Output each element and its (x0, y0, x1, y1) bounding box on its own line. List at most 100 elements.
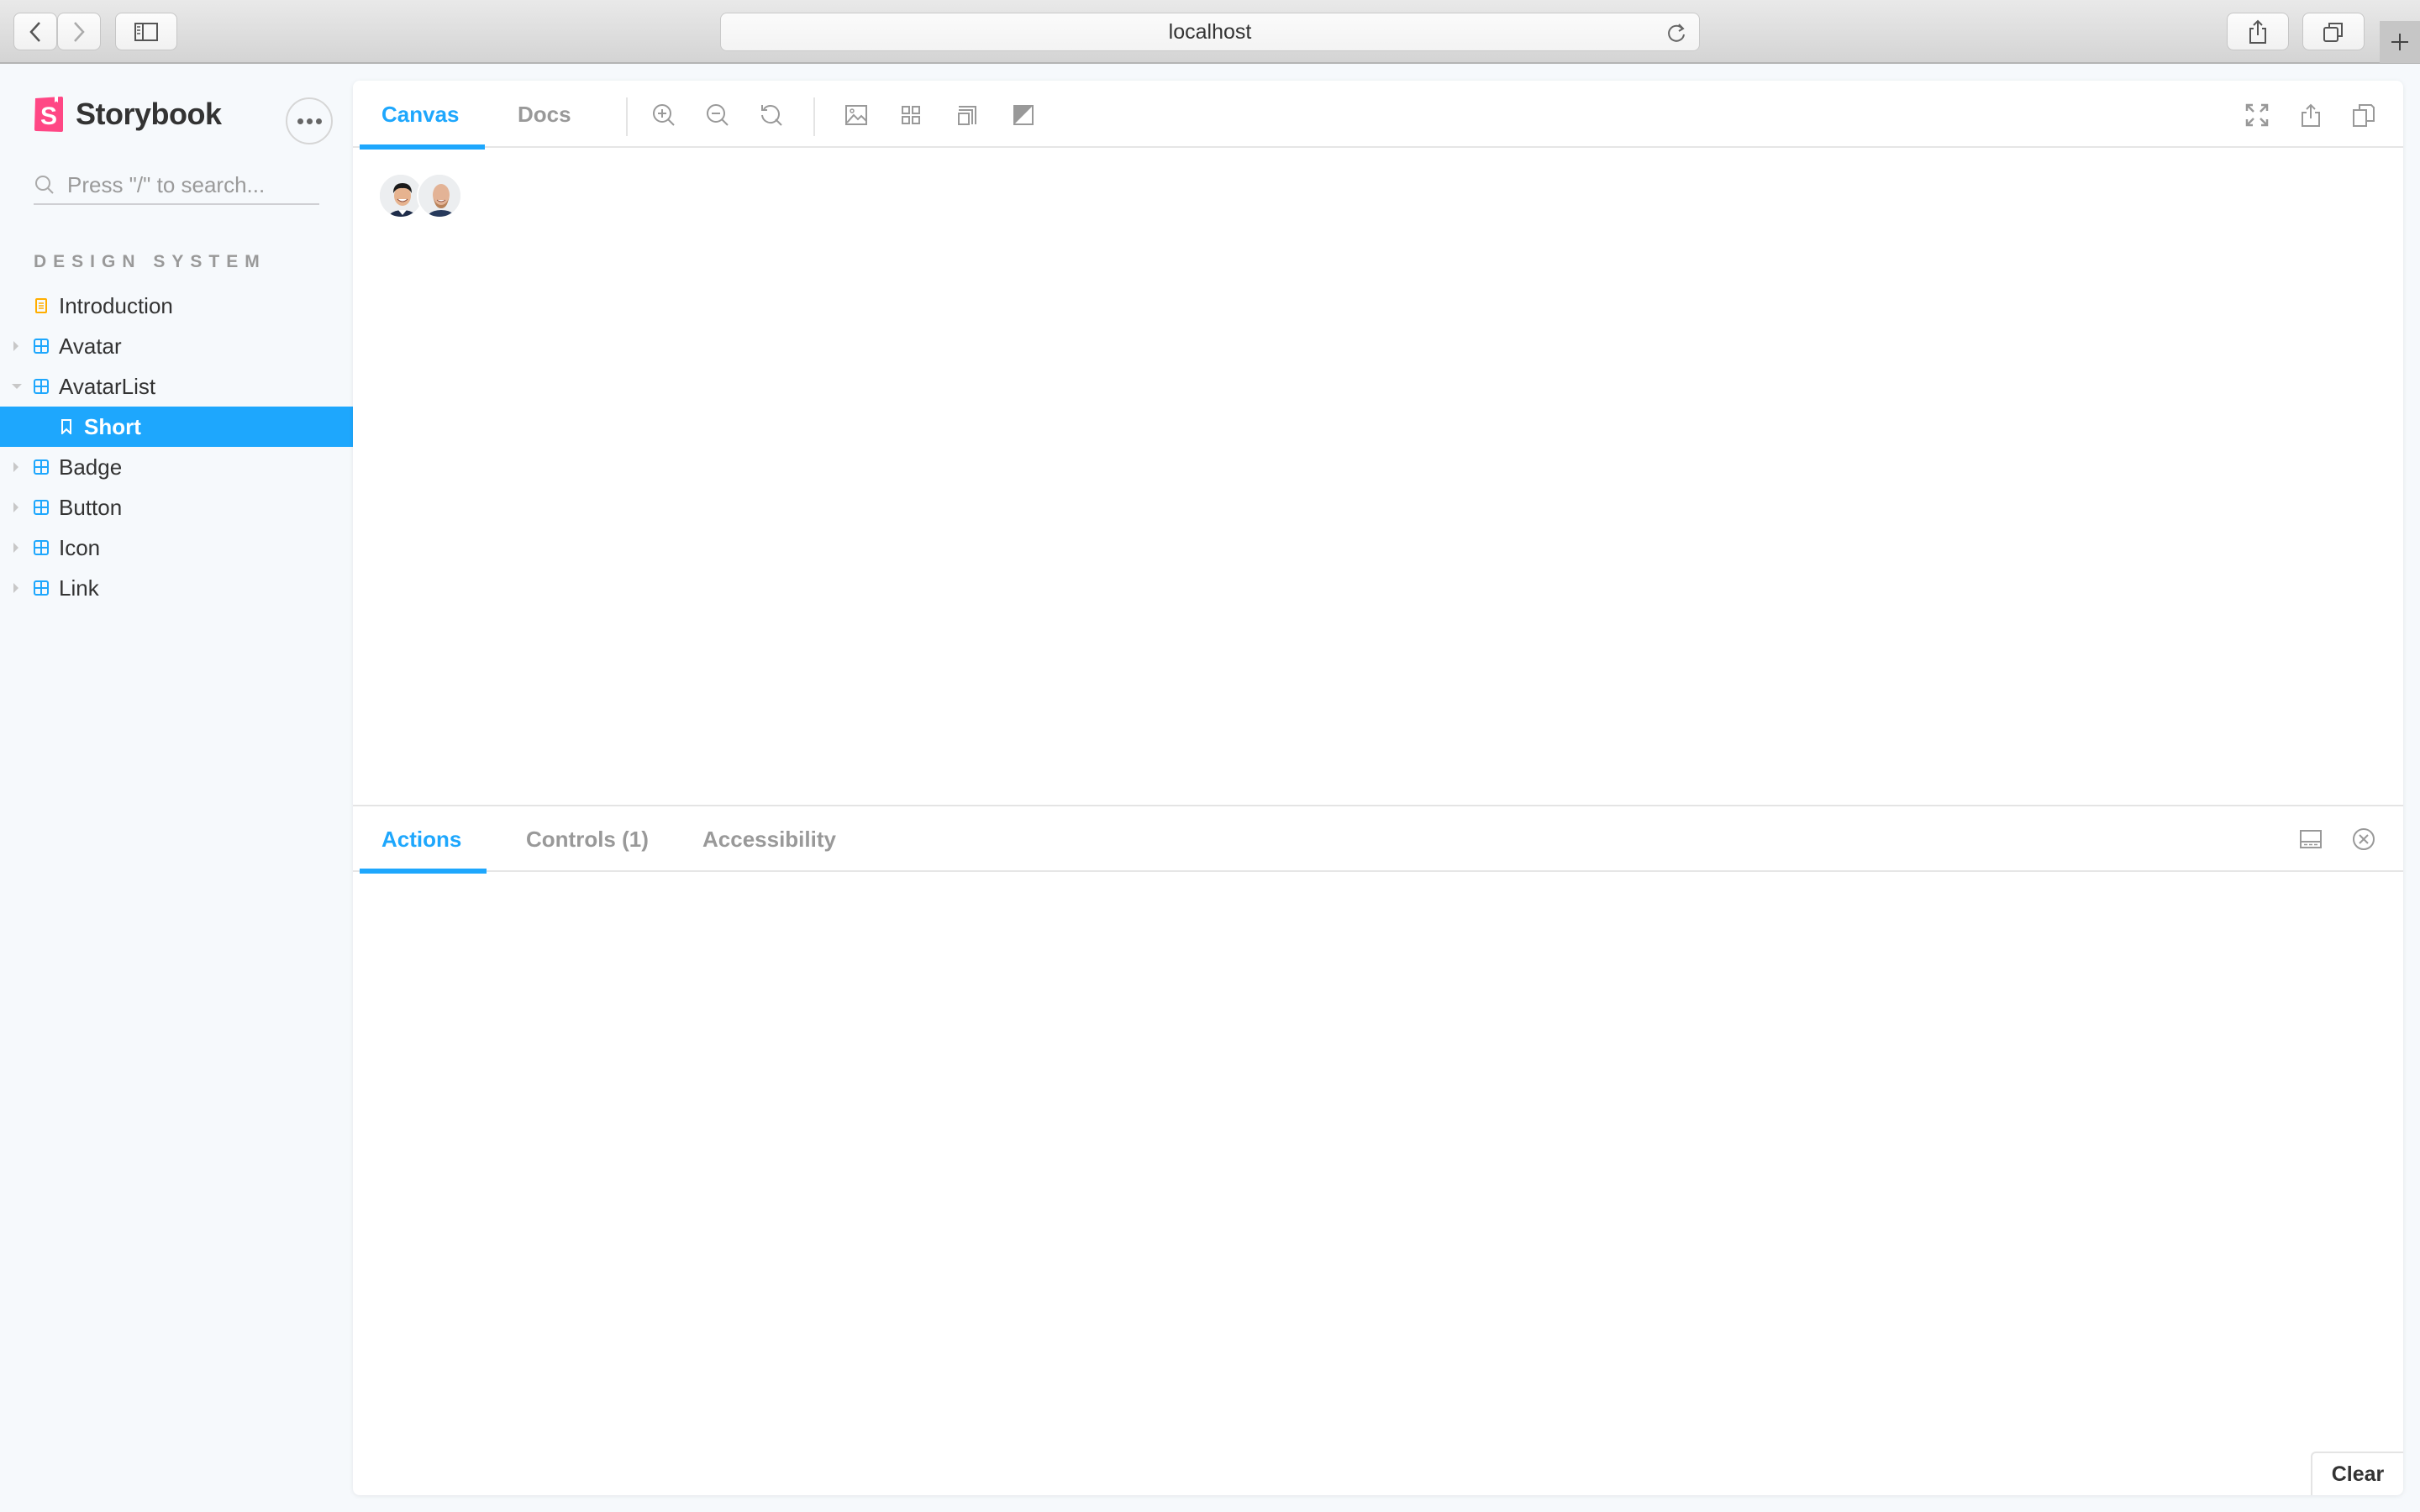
sidebar-item-short[interactable]: Short (0, 407, 353, 447)
component-icon (34, 580, 49, 596)
copy-link-button[interactable] (2349, 101, 2378, 129)
caret-right-icon[interactable] (13, 462, 18, 472)
caret-right-icon[interactable] (13, 341, 18, 351)
sidebar-item-avatar[interactable]: Avatar (0, 326, 353, 366)
component-icon (34, 339, 49, 354)
zoom-reset-button[interactable] (757, 101, 786, 129)
zoom-in-icon (653, 104, 675, 126)
close-icon (2353, 828, 2375, 850)
zoom-reset-icon (761, 105, 782, 126)
sidebar-toggle-button[interactable] (115, 13, 177, 50)
avatar-list (378, 173, 462, 218)
browser-toolbar: localhost (0, 0, 2420, 64)
sidebar-item-label: AvatarList (59, 373, 156, 399)
component-icon (34, 379, 49, 394)
preview-toolbar: Canvas Docs (353, 81, 2403, 150)
chevron-right-icon (74, 21, 85, 42)
tab-controls[interactable]: Controls (1) (501, 806, 674, 872)
bookmark-icon (61, 419, 71, 434)
contrast-button[interactable] (1009, 101, 1038, 129)
sidebar-icon (134, 22, 158, 41)
person-photo-icon (418, 175, 460, 217)
svg-text:S: S (40, 102, 57, 130)
search-field (34, 166, 319, 205)
fullscreen-button[interactable] (2243, 101, 2271, 129)
tab-label: Canvas (381, 101, 460, 127)
reload-icon[interactable] (1667, 22, 1687, 44)
tab-docs[interactable]: Docs (492, 81, 597, 148)
sidebar-item-introduction[interactable]: Introduction (0, 286, 353, 326)
search-icon (35, 176, 54, 194)
main-panel: Canvas Docs Actions Controls (1) Accessi… (353, 81, 2403, 1495)
tabs-icon (2323, 22, 2343, 42)
ellipsis-dot (315, 118, 322, 124)
component-icon (34, 500, 49, 515)
sidebar-menu-button[interactable] (286, 97, 333, 144)
tab-label: Controls (1) (526, 826, 649, 852)
address-bar[interactable]: localhost (720, 13, 1700, 51)
component-icon (34, 540, 49, 555)
avatar (417, 173, 462, 218)
storybook-logo-icon: S (34, 97, 63, 132)
open-new-tab-button[interactable] (2296, 101, 2325, 129)
sidebar-item-label: Icon (59, 534, 101, 560)
tabs-overview-button[interactable] (2302, 13, 2365, 50)
caret-right-icon[interactable] (13, 543, 18, 553)
sidebar-item-button[interactable]: Button (0, 487, 353, 528)
tab-label: Accessibility (702, 826, 836, 852)
fullscreen-icon (2245, 103, 2269, 127)
document-icon (35, 298, 47, 313)
brand[interactable]: S Storybook (34, 96, 222, 133)
story-canvas (353, 148, 2403, 805)
caret-down-icon[interactable] (12, 384, 22, 389)
share-icon (2249, 19, 2266, 44)
share-icon (2302, 103, 2320, 127)
new-tab-button[interactable] (2380, 21, 2420, 63)
grid-icon (902, 106, 920, 124)
tab-label: Actions (381, 826, 462, 852)
toolbar-divider (813, 97, 815, 136)
brand-name: Storybook (76, 97, 222, 131)
contrast-icon (1013, 105, 1034, 125)
story-tree: Introduction Avatar AvatarList Short Bad… (0, 286, 353, 608)
viewport-button[interactable] (953, 101, 981, 129)
sidebar-item-icon[interactable]: Icon (0, 528, 353, 568)
sidebar-item-avatarlist[interactable]: AvatarList (0, 366, 353, 407)
section-title: DESIGN SYSTEM (34, 252, 266, 271)
grid-button[interactable] (897, 101, 925, 129)
sidebar-item-link[interactable]: Link (0, 568, 353, 608)
panel-orientation-button[interactable] (2296, 825, 2325, 853)
zoom-in-button[interactable] (650, 101, 678, 129)
search-input[interactable] (67, 171, 311, 198)
toolbar-divider (626, 97, 628, 136)
share-button[interactable] (2227, 13, 2289, 50)
caret-right-icon[interactable] (13, 583, 18, 593)
tab-label: Docs (518, 101, 571, 127)
sidebar-item-badge[interactable]: Badge (0, 447, 353, 487)
caret-right-icon[interactable] (13, 502, 18, 512)
zoom-out-icon (707, 104, 729, 126)
component-icon (34, 459, 49, 475)
tab-accessibility[interactable]: Accessibility (677, 806, 861, 872)
zoom-out-button[interactable] (703, 101, 732, 129)
forward-button[interactable] (57, 13, 101, 50)
tab-actions[interactable]: Actions (356, 806, 487, 874)
close-panel-button[interactable] (2349, 825, 2378, 853)
chevron-left-icon (29, 21, 40, 42)
addons-panel: Actions Controls (1) Accessibility Clear (353, 805, 2403, 1495)
image-icon (845, 105, 867, 125)
sidebar-item-label: Avatar (59, 333, 122, 359)
ellipsis-icon (297, 118, 303, 124)
back-button[interactable] (13, 13, 57, 50)
viewport-icon (958, 106, 976, 125)
tab-canvas[interactable]: Canvas (356, 81, 485, 150)
plus-icon (2391, 34, 2408, 50)
url-text: localhost (1168, 19, 1252, 44)
sidebar-item-label: Introduction (59, 292, 173, 318)
sidebar-item-label: Badge (59, 454, 123, 480)
addons-tabs: Actions Controls (1) Accessibility (353, 806, 2403, 874)
clear-button[interactable]: Clear (2311, 1452, 2403, 1495)
sidebar-item-label: Link (59, 575, 99, 601)
copy-icon (2353, 104, 2375, 127)
background-button[interactable] (842, 101, 871, 129)
